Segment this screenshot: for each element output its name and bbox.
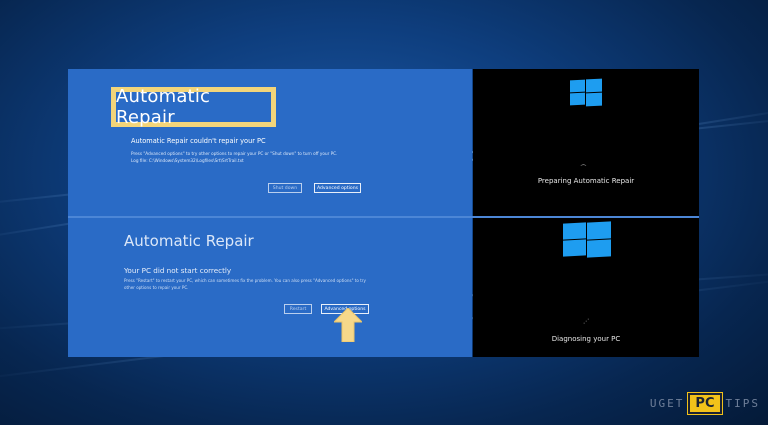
diagnosing-pc-screen: ⋰ Diagnosing your PC xyxy=(473,218,699,357)
watermark-badge: PC xyxy=(688,393,722,414)
automatic-repair-failed-screen: Automatic Repair Automatic Repair couldn… xyxy=(68,69,472,216)
status-text: Preparing Automatic Repair xyxy=(537,177,635,185)
shut-down-button[interactable]: Shut down xyxy=(268,183,302,193)
title-highlight-box: Automatic Repair xyxy=(111,86,276,128)
windows-logo-icon xyxy=(563,221,611,258)
windows-logo-icon xyxy=(570,78,602,107)
arrow-pointer-icon xyxy=(334,308,362,342)
loading-spinner-icon: ⋰ xyxy=(583,318,589,325)
loading-spinner-icon: ⁔ xyxy=(581,159,586,166)
instructions-text: Press "Advanced options" to try other op… xyxy=(131,151,338,156)
pc-did-not-start-screen: Automatic Repair Your PC did not start c… xyxy=(68,218,472,357)
restart-button[interactable]: Restart xyxy=(284,304,312,314)
advanced-options-button[interactable]: Advanced options xyxy=(314,183,361,193)
error-message: Your PC did not start correctly xyxy=(124,266,232,275)
instructions-text-continued: other options to repair your PC. xyxy=(124,285,189,290)
watermark-text-right: TIPS xyxy=(725,397,760,410)
log-file-path: Log file: C:\Windows\System32\Logfiles\S… xyxy=(131,158,244,163)
status-text: Diagnosing your PC xyxy=(551,335,621,343)
page-title: Automatic Repair xyxy=(124,232,254,250)
error-message: Automatic Repair couldn't repair your PC xyxy=(131,137,266,145)
page-title: Automatic Repair xyxy=(116,86,211,128)
preparing-repair-screen: ⁔ Preparing Automatic Repair xyxy=(473,69,699,216)
watermark-logo: UGET PC TIPS xyxy=(650,393,760,414)
watermark-text-left: UGET xyxy=(649,397,685,410)
instructions-text: Press "Restart" to restart your PC, whic… xyxy=(124,278,366,283)
